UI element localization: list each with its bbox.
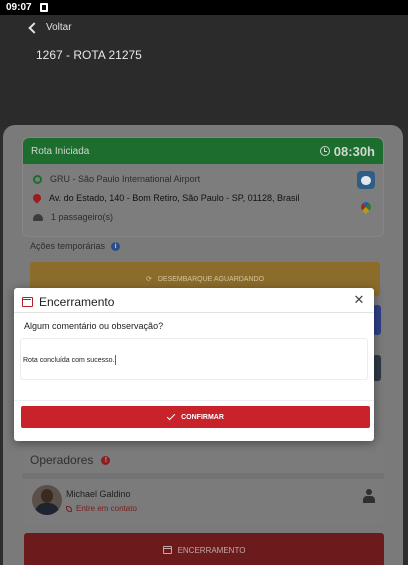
calendar-icon	[22, 297, 33, 307]
refresh-icon: ⟳	[145, 276, 152, 283]
passengers-row: 1 passageiro(s)	[33, 212, 113, 222]
check-icon	[166, 411, 176, 421]
confirm-label: CONFIRMAR	[181, 413, 224, 421]
hidden-action-button[interactable]	[373, 305, 381, 335]
modal-title: Encerramento	[39, 295, 115, 309]
operators-card: Operadores ! Michael Galdino Entre em co…	[22, 443, 384, 525]
divider	[14, 400, 374, 401]
encerramento-label: ENCERRAMENTO	[177, 545, 246, 555]
calendar-icon	[162, 546, 172, 554]
page-title: 1267 - ROTA 21275	[36, 48, 142, 62]
chevron-left-icon	[28, 21, 40, 34]
person-icon[interactable]	[362, 489, 376, 503]
alert-icon: !	[101, 455, 111, 465]
back-button[interactable]: Voltar	[28, 21, 72, 34]
confirm-button[interactable]: CONFIRMAR	[21, 406, 370, 428]
google-maps-button[interactable]	[357, 198, 375, 216]
encerramento-button[interactable]: ENCERRAMENTO	[24, 533, 384, 565]
route-card: Rota Iniciada 08:30h GRU - São Paulo Int…	[22, 137, 384, 237]
status-bar: 09:07	[0, 0, 408, 15]
comment-field[interactable]: Rota concluída com sucesso.	[20, 338, 368, 380]
origin-row: GRU - São Paulo International Airport	[33, 174, 200, 184]
contact-label: Entre em contato	[76, 504, 137, 513]
modal-header: Encerramento	[22, 295, 114, 309]
desembarque-label: DESEMBARQUE AGUARDANDO	[157, 275, 265, 283]
google-maps-icon	[358, 199, 374, 215]
comment-question: Algum comentário ou observação?	[24, 321, 164, 331]
contact-link[interactable]: Entre em contato	[66, 504, 137, 513]
comment-text-wrapper: Rota concluída com sucesso.	[23, 355, 117, 365]
clock-icon	[319, 146, 330, 156]
passengers-text: 1 passageiro(s)	[51, 212, 114, 222]
origin-text: GRU - São Paulo International Airport	[50, 174, 201, 184]
temporary-actions-heading: Ações temporárias i	[30, 241, 121, 251]
people-icon	[33, 213, 43, 221]
waze-button[interactable]	[357, 171, 375, 189]
avatar	[32, 485, 62, 515]
back-label: Voltar	[46, 22, 72, 33]
location-pin-icon	[31, 192, 43, 204]
route-status-bar: Rota Iniciada 08:30h	[23, 138, 383, 164]
encerramento-modal: Encerramento ✕ Algum comentário ou obser…	[14, 288, 374, 441]
divider	[22, 473, 384, 479]
phone-icon	[66, 505, 72, 512]
waze-icon	[361, 175, 371, 185]
notification-icon	[39, 3, 48, 12]
route-time: 08:30h	[319, 143, 375, 159]
status-time: 09:07	[6, 2, 32, 13]
origin-target-icon	[33, 174, 42, 184]
temporary-actions-title: Ações temporárias	[30, 241, 106, 251]
hidden-action-button-2[interactable]	[373, 355, 381, 381]
route-time-value: 08:30h	[333, 143, 375, 159]
operators-heading: Operadores !	[30, 453, 111, 467]
close-icon[interactable]: ✕	[352, 293, 366, 307]
divider	[14, 312, 374, 313]
text-cursor	[115, 355, 117, 365]
destination-row: Av. do Estado, 140 - Bom Retiro, São Pau…	[31, 192, 300, 204]
route-status: Rota Iniciada	[31, 145, 90, 157]
info-icon[interactable]: i	[111, 241, 121, 251]
comment-value: Rota concluída com sucesso.	[23, 356, 115, 364]
destination-text: Av. do Estado, 140 - Bom Retiro, São Pau…	[49, 193, 300, 203]
operator-name: Michael Galdino	[66, 489, 131, 499]
operators-title: Operadores	[30, 453, 94, 467]
app-header: Voltar 1267 - ROTA 21275	[0, 15, 408, 127]
